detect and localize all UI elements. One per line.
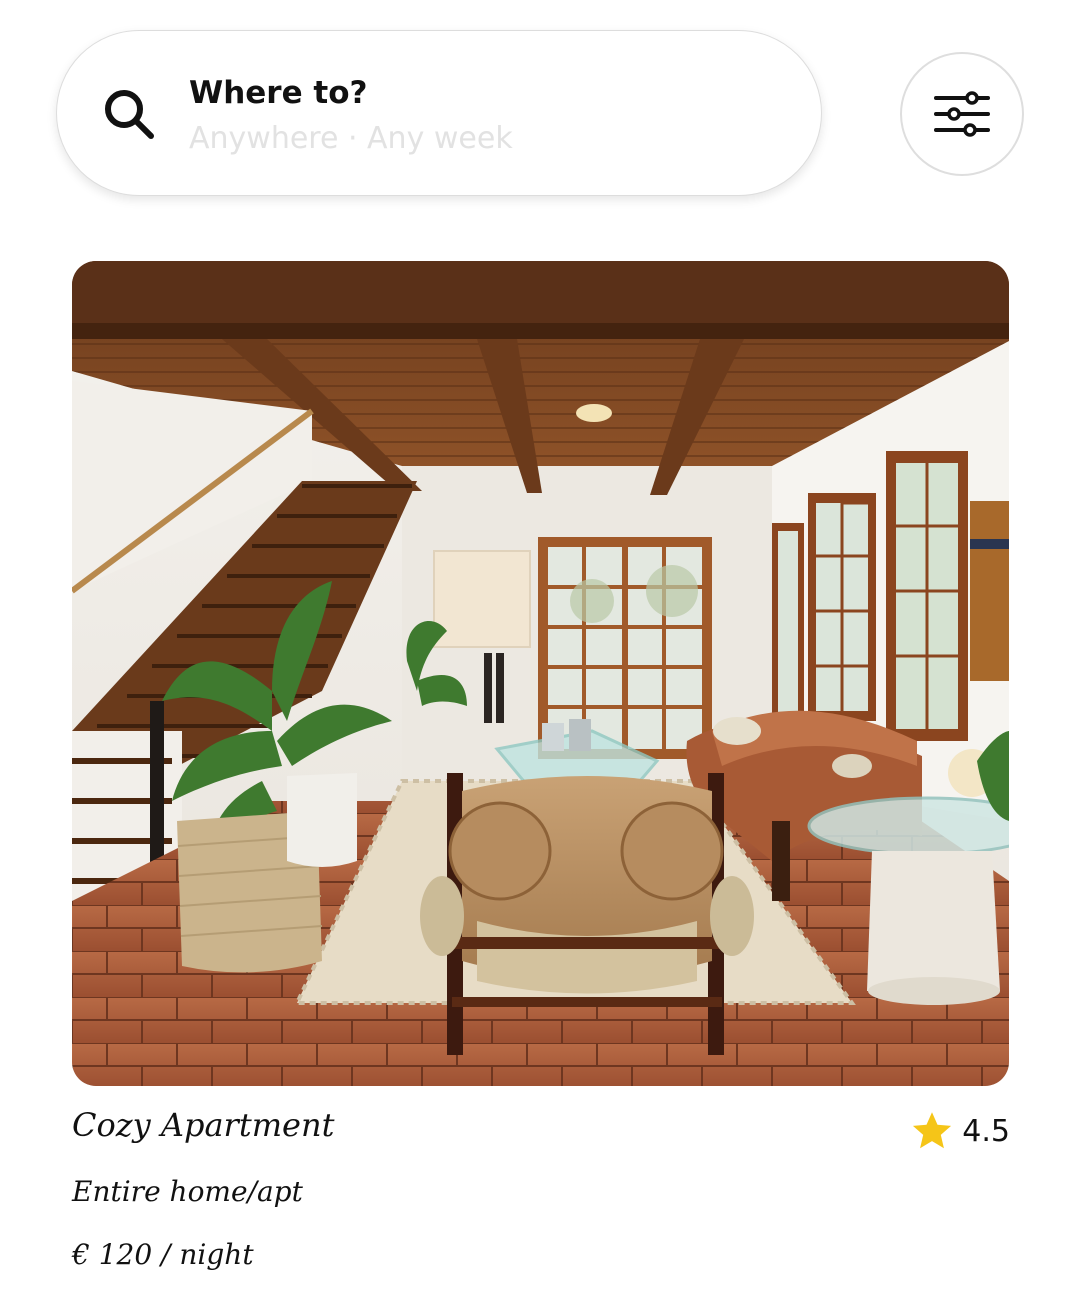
search-icon	[105, 90, 154, 139]
listing-type: Entire home/apt	[72, 1175, 303, 1208]
star-icon	[913, 1112, 952, 1149]
listing-photo[interactable]	[72, 261, 1009, 1086]
listing-title: Cozy Apartment	[72, 1106, 335, 1144]
search-bar[interactable]: Where to? Anywhere · Any week	[56, 30, 822, 196]
sliders-icon	[934, 91, 990, 137]
search-title: Where to?	[189, 75, 368, 111]
filter-button[interactable]	[900, 52, 1024, 176]
listings-screen: Where to? Anywhere · Any week Cozy Apart…	[0, 0, 1080, 1311]
rating-value: 4.5	[962, 1113, 1010, 1149]
living-room-photo	[72, 261, 1009, 1086]
listing-price: € 120 / night	[72, 1238, 254, 1271]
search-subtitle: Anywhere · Any week	[189, 121, 513, 156]
rating: 4.5	[910, 1106, 1010, 1156]
